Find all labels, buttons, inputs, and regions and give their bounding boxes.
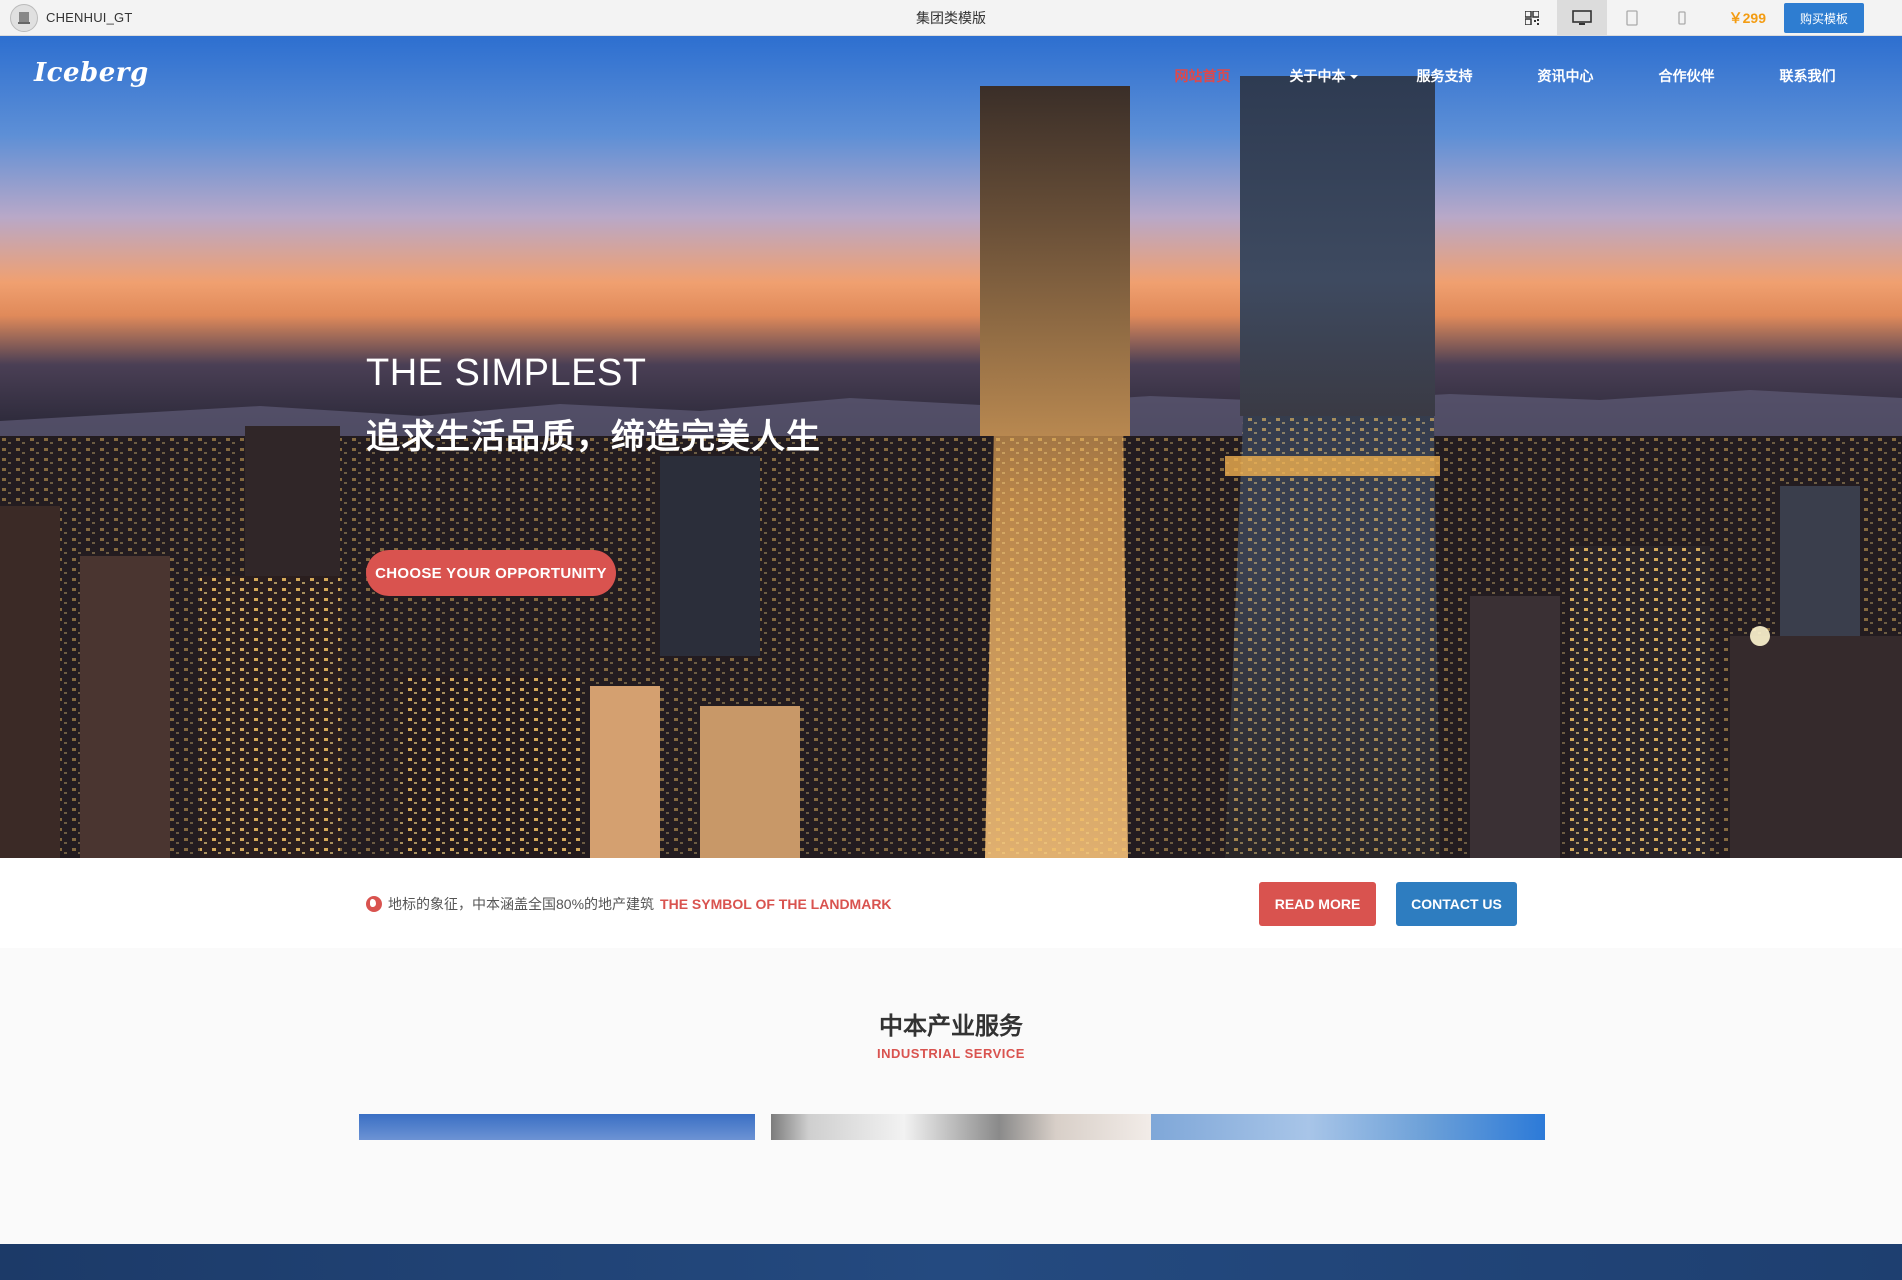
service-thumb-1[interactable] [359,1114,755,1140]
hero-text: THE SIMPLEST 追求生活品质，缔造完美人生 [366,352,821,458]
main-nav: Iceberg 网站首页 关于中本 服务支持 资讯中心 合作伙伴 联系我们 [0,36,1902,116]
desktop-icon[interactable] [1556,0,1607,36]
buy-template-button[interactable]: 购买模板 [1784,3,1864,33]
section-title: 中本产业服务 [879,1013,1023,1040]
landmark-text: 地标的象征，中本涵盖全国80%的地产建筑 [388,896,655,912]
brand-name: CHENHUI_GT [46,10,133,25]
nav-item-about-label: 关于中本 [1289,68,1346,84]
landmark-message: 地标的象征，中本涵盖全国80%的地产建筑 THE SYMBOL OF THE L… [366,894,892,914]
nav-item-about[interactable]: 关于中本 [1263,66,1384,86]
mobile-icon[interactable] [1657,0,1707,36]
template-price: ￥299 [1728,10,1766,26]
nav-menu: 网站首页 关于中本 服务支持 资讯中心 合作伙伴 联系我们 [1142,66,1868,86]
service-thumb-2[interactable] [771,1114,1151,1140]
tablet-icon[interactable] [1607,0,1657,36]
template-topbar: CHENHUI_GT 集团类模版 ￥299 购买模板 [0,0,1902,36]
hero-subheadline: 追求生活品质，缔造完美人生 [366,418,821,456]
nav-item-contact[interactable]: 联系我们 [1747,66,1868,86]
qrcode-icon[interactable] [1507,0,1557,36]
nav-item-services[interactable]: 服务支持 [1384,66,1505,86]
section-subtitle: INDUSTRIAL SERVICE [877,1046,1025,1061]
hero-banner [0,36,1902,858]
brand-logo-icon [10,3,38,32]
nav-item-news[interactable]: 资讯中心 [1505,66,1626,86]
topbar-brand[interactable]: CHENHUI_GT [0,3,300,32]
read-more-button[interactable]: READ MORE [1259,882,1376,926]
globe-icon [366,896,382,912]
service-thumb-3[interactable] [1151,1114,1545,1140]
nav-item-partners[interactable]: 合作伙伴 [1626,66,1747,86]
industrial-service-section: 中本产业服务 INDUSTRIAL SERVICE [0,948,1902,1244]
info-strip: 地标的象征，中本涵盖全国80%的地产建筑 THE SYMBOL OF THE L… [0,858,1902,948]
landmark-text-en: THE SYMBOL OF THE LANDMARK [660,896,892,912]
service-thumbnails [359,1114,1545,1140]
contact-us-button[interactable]: CONTACT US [1396,882,1517,926]
chevron-down-icon [1349,75,1358,80]
next-section-banner [0,1244,1902,1280]
hero-headline: THE SIMPLEST [366,352,647,394]
city-skyline-image [0,396,1902,858]
site-logo[interactable]: Iceberg [34,58,149,88]
thumb-gap [755,1114,771,1140]
nav-item-home[interactable]: 网站首页 [1142,66,1263,86]
choose-opportunity-button[interactable]: CHOOSE YOUR OPPORTUNITY [366,550,616,596]
